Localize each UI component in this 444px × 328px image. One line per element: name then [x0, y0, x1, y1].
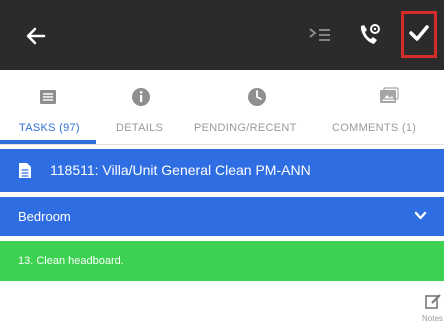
tab-comments-label: COMMENTS (1)	[332, 122, 417, 134]
top-app-bar	[0, 0, 444, 70]
tab-tasks[interactable]: TASKS (97)	[0, 70, 96, 144]
phone-call-icon[interactable]	[354, 20, 384, 50]
tab-details-label: DETAILS	[116, 122, 164, 134]
edit-note-icon	[425, 294, 441, 309]
section-label: Bedroom	[18, 209, 71, 224]
notes-button[interactable]: Notes	[422, 288, 444, 328]
checklist-item[interactable]: 13. Clean headboard.	[0, 241, 444, 281]
tab-details[interactable]: DETAILS	[96, 70, 186, 144]
checklist-item-label: 13. Clean headboard.	[18, 255, 124, 267]
list-icon	[40, 90, 56, 104]
notes-label: Notes	[422, 314, 443, 323]
active-tab-indicator	[0, 140, 96, 144]
tab-pending-recent[interactable]: PENDING/RECENT	[186, 70, 320, 144]
tab-bar: TASKS (97) DETAILS PENDING/RECENT COMMEN…	[0, 70, 444, 145]
tab-pending-recent-label: PENDING/RECENT	[194, 122, 297, 134]
task-title: 118511: Villa/Unit General Clean PM-ANN	[50, 162, 311, 178]
chevron-down-icon	[414, 211, 427, 220]
clock-icon	[248, 88, 266, 106]
back-arrow-icon[interactable]	[22, 22, 50, 50]
info-icon	[132, 88, 150, 106]
image-icon	[380, 87, 399, 103]
complete-check-button[interactable]	[401, 11, 437, 58]
document-icon	[19, 163, 31, 178]
checkmark-icon	[409, 25, 429, 41]
tab-tasks-label: TASKS (97)	[19, 122, 80, 134]
task-title-bar: 118511: Villa/Unit General Clean PM-ANN	[0, 149, 444, 192]
tab-comments[interactable]: COMMENTS (1)	[320, 70, 444, 144]
queue-list-icon[interactable]	[306, 24, 334, 46]
section-header-bedroom[interactable]: Bedroom	[0, 197, 444, 236]
